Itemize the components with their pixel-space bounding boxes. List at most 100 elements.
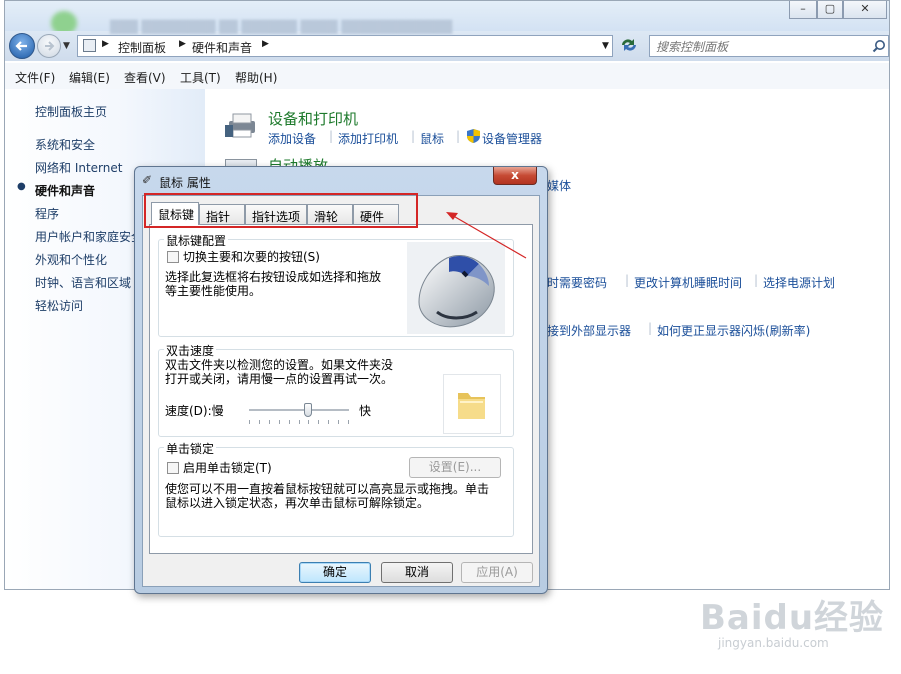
menu-file[interactable]: 文件(F) bbox=[15, 69, 55, 86]
sidebar-item-hardware-sound[interactable]: 硬件和声音 bbox=[35, 182, 95, 199]
sidebar-item-system-security[interactable]: 系统和安全 bbox=[35, 136, 95, 153]
navigation-bar: ▼ ▶ 控制面板 ▶ 硬件和声音 ▶ ▼ bbox=[5, 31, 889, 61]
slider-tick bbox=[249, 420, 250, 424]
swap-buttons-description-2: 等主要性能使用。 bbox=[165, 284, 262, 298]
mouse-link[interactable]: 鼠标 bbox=[420, 130, 444, 147]
click-lock-description-2: 鼠标以进入锁定状态，再次单击鼠标可解除锁定。 bbox=[165, 496, 430, 510]
slider-tick bbox=[259, 420, 260, 424]
cancel-button[interactable]: 取消 bbox=[381, 562, 453, 583]
click-lock-label: 单击锁定 bbox=[164, 440, 217, 457]
slider-track bbox=[249, 409, 349, 412]
menu-edit[interactable]: 编辑(E) bbox=[69, 69, 110, 86]
ok-button[interactable]: 确定 bbox=[299, 562, 371, 583]
click-lock-settings-button[interactable]: 设置(E)... bbox=[409, 457, 501, 478]
double-click-group: 双击速度 双击文件夹以检测您的设置。如果文件夹没 打开或关闭，请用慢一点的设置再… bbox=[158, 342, 514, 437]
address-bar[interactable]: ▶ 控制面板 ▶ 硬件和声音 ▶ ▼ bbox=[77, 35, 613, 57]
mouse-dialog-icon: ✐ bbox=[142, 173, 153, 187]
sidebar-item-appearance[interactable]: 外观和个性化 bbox=[35, 251, 107, 268]
slider-tick bbox=[328, 420, 329, 424]
menu-tools[interactable]: 工具(T) bbox=[180, 69, 221, 86]
slider-tick bbox=[348, 420, 349, 424]
buttons-tab-panel: 鼠标键配置 切换主要和次要的按钮(S) 选择此复选框将右按钮设成如选择和拖放 等… bbox=[149, 224, 533, 554]
close-window-button[interactable]: ✕ bbox=[843, 1, 887, 19]
slider-tick bbox=[289, 420, 290, 424]
slider-ticks bbox=[249, 420, 349, 424]
click-lock-group: 单击锁定 启用单击锁定(T) 设置(E)... 使您可以不用一直按着鼠标按钮就可… bbox=[158, 440, 514, 537]
change-sleep-link[interactable]: 更改计算机睡眠时间 bbox=[634, 274, 742, 291]
breadcrumb-separator-icon: ▶ bbox=[262, 39, 269, 49]
link-divider: | bbox=[411, 129, 416, 143]
printer-icon bbox=[225, 111, 259, 139]
breadcrumb-separator-icon: ▶ bbox=[102, 39, 109, 49]
slider-thumb[interactable] bbox=[304, 403, 312, 417]
link-divider: | bbox=[754, 273, 759, 287]
test-folder[interactable] bbox=[443, 374, 501, 434]
breadcrumb-hardware-sound[interactable]: 硬件和声音 bbox=[192, 39, 252, 56]
slider-tick bbox=[308, 420, 309, 424]
sidebar-item-ease-of-access[interactable]: 轻松访问 bbox=[35, 297, 83, 314]
back-arrow-icon bbox=[15, 41, 27, 51]
slider-tick bbox=[299, 420, 300, 424]
annotation-arrow-icon bbox=[446, 212, 527, 259]
external-display-link[interactable]: 接到外部显示器 bbox=[547, 322, 631, 339]
fast-label: 快 bbox=[359, 404, 372, 418]
breadcrumb-control-panel[interactable]: 控制面板 bbox=[118, 39, 166, 56]
uac-shield-icon bbox=[467, 129, 480, 143]
apply-button[interactable]: 应用(A) bbox=[461, 562, 533, 583]
dialog-close-button[interactable]: x bbox=[493, 167, 537, 185]
link-divider: | bbox=[648, 321, 653, 335]
blurred-window-title: ███ ████████ ██ ██████ ████ ████████████ bbox=[110, 20, 453, 34]
double-click-label: 双击速度 bbox=[164, 342, 217, 359]
double-click-description-2: 打开或关闭，请用慢一点的设置再试一次。 bbox=[165, 372, 394, 386]
forward-arrow-icon bbox=[45, 41, 55, 51]
control-panel-icon bbox=[83, 39, 96, 52]
speed-slider[interactable] bbox=[249, 402, 349, 424]
speed-label: 速度(D):慢 bbox=[165, 404, 224, 418]
fix-flicker-link[interactable]: 如何更正显示器闪烁(刷新率) bbox=[657, 322, 810, 339]
sidebar-home-link[interactable]: 控制面板主页 bbox=[35, 103, 107, 120]
menu-bar: 文件(F) 编辑(E) 查看(V) 工具(T) 帮助(H) bbox=[5, 63, 889, 90]
swap-buttons-label[interactable]: 切换主要和次要的按钮(S) bbox=[183, 250, 320, 264]
click-lock-description-1: 使您可以不用一直按着鼠标按钮就可以高亮显示或拖拽。单击 bbox=[165, 482, 490, 496]
sidebar-item-clock-region[interactable]: 时钟、语言和区域 bbox=[35, 274, 131, 291]
sidebar-item-programs[interactable]: 程序 bbox=[35, 205, 59, 222]
slider-tick bbox=[318, 420, 319, 424]
baidu-watermark-url: jingyan.baidu.com bbox=[718, 636, 829, 650]
folder-icon bbox=[458, 393, 485, 419]
device-manager-link[interactable]: 设备管理器 bbox=[482, 130, 542, 147]
button-config-label: 鼠标键配置 bbox=[164, 232, 229, 249]
sidebar-item-network[interactable]: 网络和 Internet bbox=[35, 159, 122, 176]
swap-buttons-description-1: 选择此复选框将右按钮设成如选择和拖放 bbox=[165, 270, 382, 284]
swap-buttons-checkbox[interactable] bbox=[167, 251, 179, 263]
link-divider: | bbox=[625, 273, 630, 287]
slider-tick bbox=[279, 420, 280, 424]
active-bullet-icon: ● bbox=[17, 181, 26, 192]
click-lock-checkbox[interactable] bbox=[167, 462, 179, 474]
search-icon[interactable] bbox=[872, 39, 886, 53]
breadcrumb-separator-icon: ▶ bbox=[179, 39, 186, 49]
address-dropdown-icon[interactable]: ▼ bbox=[602, 41, 609, 51]
autoplay-media-link[interactable]: 媒体 bbox=[547, 177, 571, 194]
choose-power-plan-link[interactable]: 选择电源计划 bbox=[763, 274, 835, 291]
recent-pages-dropdown[interactable]: ▼ bbox=[63, 41, 70, 51]
require-password-link[interactable]: 时需要密码 bbox=[547, 274, 607, 291]
search-input[interactable] bbox=[654, 38, 864, 55]
annotation-highlight-box bbox=[144, 193, 418, 228]
slider-tick bbox=[338, 420, 339, 424]
baidu-watermark-logo: Baidu经验 bbox=[700, 598, 885, 638]
refresh-button[interactable] bbox=[619, 36, 641, 56]
sidebar-item-user-accounts[interactable]: 用户帐户和家庭安全 bbox=[35, 228, 143, 245]
menu-help[interactable]: 帮助(H) bbox=[235, 69, 277, 86]
back-button[interactable] bbox=[9, 33, 35, 59]
add-printer-link[interactable]: 添加打印机 bbox=[338, 130, 398, 147]
click-lock-checkbox-label[interactable]: 启用单击锁定(T) bbox=[183, 461, 272, 475]
forward-button[interactable] bbox=[37, 34, 61, 58]
minimize-icon[interactable]: – bbox=[789, 1, 817, 19]
add-device-link[interactable]: 添加设备 bbox=[268, 130, 316, 147]
slider-tick bbox=[269, 420, 270, 424]
maximize-button[interactable]: ▢ bbox=[817, 1, 843, 19]
link-divider: | bbox=[329, 129, 334, 143]
search-box[interactable] bbox=[649, 35, 889, 57]
menu-view[interactable]: 查看(V) bbox=[124, 69, 166, 86]
devices-printers-title[interactable]: 设备和打印机 bbox=[268, 108, 358, 129]
